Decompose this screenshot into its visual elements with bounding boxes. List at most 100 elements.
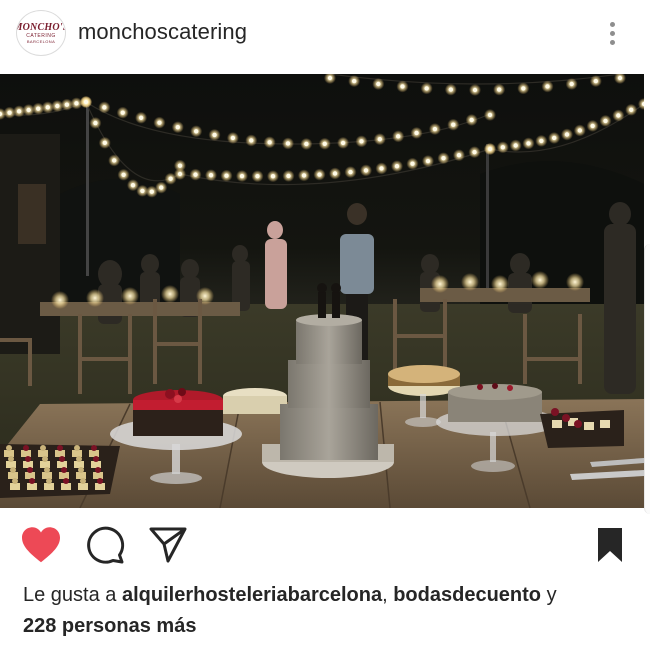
string-light-bulb-core: [112, 158, 117, 163]
string-light-bulb-core: [441, 155, 446, 161]
string-light-bulb-core: [379, 166, 384, 171]
pintxo: [21, 450, 31, 457]
string-light-bulb-core: [376, 81, 381, 87]
pintxo-topping: [12, 478, 18, 484]
more-dot: [609, 30, 615, 36]
post-image-scene: [0, 74, 644, 508]
more-dot: [609, 21, 615, 27]
pintxo: [74, 461, 84, 468]
pintxo-topping: [97, 478, 103, 484]
string-light-bulb-core: [212, 132, 217, 138]
string-light-bulb-core: [224, 173, 229, 178]
string-light-bulb-core: [327, 75, 333, 81]
string-light-bulb-core: [239, 173, 245, 179]
string-light-bulb-core: [539, 138, 544, 144]
pintxo-topping: [80, 478, 86, 484]
candle-glow: [51, 291, 69, 309]
string-light-bulb-core: [472, 149, 477, 155]
liked-by-user-link[interactable]: alquilerhosteleriabarcelona: [122, 584, 382, 606]
avatar-logo-brand: MONCHO'S: [16, 21, 66, 33]
pintxo: [55, 450, 65, 457]
pintxo: [72, 450, 82, 457]
avatar[interactable]: MONCHO'S CATERING BARCELONA: [16, 10, 66, 56]
candle-glow: [161, 285, 179, 303]
string-light-bulb-core: [74, 101, 79, 106]
pintxo: [59, 472, 69, 479]
bookmark-filled-icon[interactable]: [594, 526, 626, 564]
string-light-bulb-core: [359, 139, 364, 144]
pintxo-topping: [40, 445, 46, 451]
string-light-bulb-core: [377, 136, 383, 142]
pintxo: [40, 461, 50, 468]
string-light-bulb-core: [301, 173, 307, 178]
string-light-bulb-core: [175, 124, 181, 130]
post-image[interactable]: [0, 74, 644, 508]
string-light-bulb-core: [395, 134, 401, 139]
pintxo-topping: [8, 456, 14, 462]
pintxo-topping: [63, 478, 69, 484]
pintxo-topping: [93, 456, 99, 462]
string-light-bulb-core: [332, 171, 338, 176]
string-light-bulb-core: [526, 141, 531, 146]
string-light-bulb-core: [425, 158, 431, 164]
string-light-bulb-core: [394, 164, 400, 169]
pintxo: [42, 472, 52, 479]
string-light-bulb-core: [55, 103, 60, 109]
pintxo-topping: [59, 456, 65, 462]
candle-glow: [461, 273, 479, 291]
string-light-bulb-core: [348, 169, 353, 175]
liked-by-user-link[interactable]: bodasdecuento: [393, 584, 541, 606]
candle-glow: [491, 275, 509, 293]
string-light-bulb-core: [121, 172, 126, 178]
string-light-bulb-core: [414, 130, 419, 136]
pintxo-topping: [61, 467, 67, 473]
string-light-bulb-core: [593, 78, 599, 84]
next-post-peek: [644, 244, 650, 514]
post-actions: [0, 520, 650, 570]
string-light-bulb-core: [564, 132, 570, 137]
string-light-bulb-core: [577, 128, 583, 133]
pintxo: [61, 483, 71, 490]
string-light-bulb-core: [590, 123, 595, 129]
string-light-bulb-core: [102, 140, 108, 146]
string-light-bulb-core: [177, 163, 183, 168]
instagram-post: MONCHO'S CATERING BARCELONA monchoscater…: [0, 0, 650, 650]
string-light-bulb-core: [249, 138, 254, 143]
paper-plane-icon[interactable]: [148, 526, 188, 564]
pintxo-topping: [95, 467, 101, 473]
candle-glow: [121, 287, 139, 305]
pintxo: [57, 461, 67, 468]
post-username[interactable]: monchoscatering: [78, 19, 247, 45]
string-light-bulb-core: [130, 182, 136, 188]
string-light-bulb-core: [432, 126, 438, 132]
string-light-bulb-core: [16, 109, 22, 114]
candle-glow: [431, 275, 449, 293]
pintxo: [23, 461, 33, 468]
string-light-bulb-core: [83, 99, 89, 105]
comment-bubble-icon[interactable]: [86, 525, 126, 565]
string-light-bulb-core: [472, 87, 478, 93]
avatar-logo-sub2: BARCELONA: [26, 38, 56, 44]
more-vertical-icon[interactable]: [598, 16, 626, 50]
pintxo-topping: [42, 456, 48, 462]
pintxo: [10, 483, 20, 490]
string-light-bulb-core: [193, 172, 198, 177]
string-light-bulb-core: [45, 105, 50, 110]
string-light-bulb-core: [551, 135, 557, 141]
heart-filled-icon[interactable]: [20, 526, 62, 564]
pintxo: [25, 472, 35, 479]
post-header: MONCHO'S CATERING BARCELONA monchoscater…: [0, 0, 650, 66]
likes-summary: Le gusta a alquilerhosteleriabarcelona, …: [23, 580, 643, 642]
others-likes-link[interactable]: 228 personas más: [23, 615, 196, 637]
pintxo: [91, 461, 101, 468]
string-light-bulb-core: [159, 185, 164, 190]
string-light-bulb-core: [363, 168, 369, 173]
pintxo: [4, 450, 14, 457]
string-light-bulb-core: [616, 113, 621, 118]
string-light-bulb-core: [487, 146, 493, 152]
string-light-bulb-core: [351, 78, 357, 84]
string-light-bulb-core: [157, 120, 162, 125]
string-light-bulb-core: [496, 87, 502, 92]
string-light-bulb-core: [193, 129, 199, 134]
likes-conjunction: y: [546, 584, 557, 606]
